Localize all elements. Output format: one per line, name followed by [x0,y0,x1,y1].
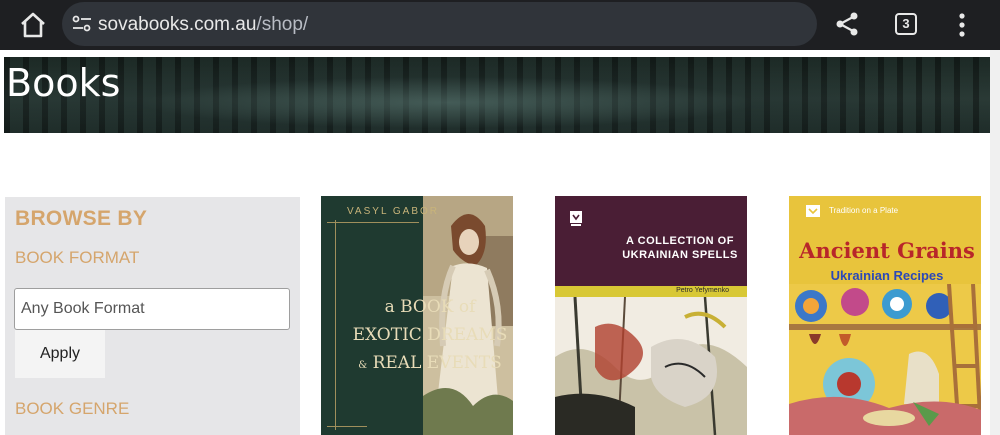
publisher-logo-icon [806,205,820,217]
book-author: VASYL GABOR [347,206,440,217]
page-title: Books [6,61,121,105]
book-format-select[interactable] [14,288,290,330]
book-title: A COLLECTION OF UKRAINIAN SPELLS [615,234,745,262]
tab-switcher-icon[interactable]: 3 [895,13,917,35]
book-title-connector: & [358,360,368,371]
book-genre-label[interactable]: BOOK GENRE [15,399,129,419]
book-author: Petro Yefymenko [676,287,729,294]
browser-toolbar: sovabooks.com.au/shop/ 3 [0,0,1000,50]
book-title-line: EXOTIC DREAMS [352,325,508,345]
book-title-line-text: REAL EVENTS [372,353,502,373]
share-icon[interactable] [834,11,860,37]
site-info-icon[interactable] [72,15,92,33]
url-domain: sovabooks.com.au [98,14,257,35]
book-cover-ukrainian-spells[interactable]: A COLLECTION OF UKRAINIAN SPELLS Petro Y… [555,196,747,435]
cover-rule [327,222,419,223]
apply-button[interactable]: Apply [15,330,105,378]
book-title-line: UKRAINIAN SPELLS [622,249,738,261]
book-title: a BOOK of EXOTIC DREAMS & REAL EVENTS [345,293,513,380]
book-title-line: A COLLECTION OF [626,235,734,247]
book-title: Ancient Grains [799,238,975,263]
book-cover-exotic-dreams[interactable]: VASYL GABOR a BOOK of EXOTIC DREAMS & RE… [321,196,513,435]
url-text[interactable]: sovabooks.com.au/shop/ [98,14,308,36]
cover-rule [327,426,367,427]
book-cover-ancient-grains[interactable]: Tradition on a Plate Ancient Grains Ukra… [789,196,981,435]
home-icon[interactable] [18,10,48,40]
browse-heading: BROWSE BY [15,207,148,230]
scrollbar-track[interactable] [990,50,1000,435]
publisher-logo-icon [570,211,582,226]
book-title-line: & REAL EVENTS [345,349,513,380]
hero-banner: Books [4,57,990,133]
book-subtitle: Ukrainian Recipes [830,268,944,283]
url-path: /shop/ [256,14,309,35]
more-options-icon[interactable] [950,12,974,38]
cover-illustration [555,297,747,435]
book-title-line: a BOOK of [384,297,476,317]
book-series-tag: Tradition on a Plate [829,206,899,215]
book-format-label: BOOK FORMAT [15,248,140,267]
address-bar[interactable]: sovabooks.com.au/shop/ [62,2,817,46]
cover-illustration [789,284,981,435]
cover-rule [335,220,336,430]
browse-sidebar: BROWSE BY BOOK FORMAT Apply BOOK GENRE [5,197,300,435]
